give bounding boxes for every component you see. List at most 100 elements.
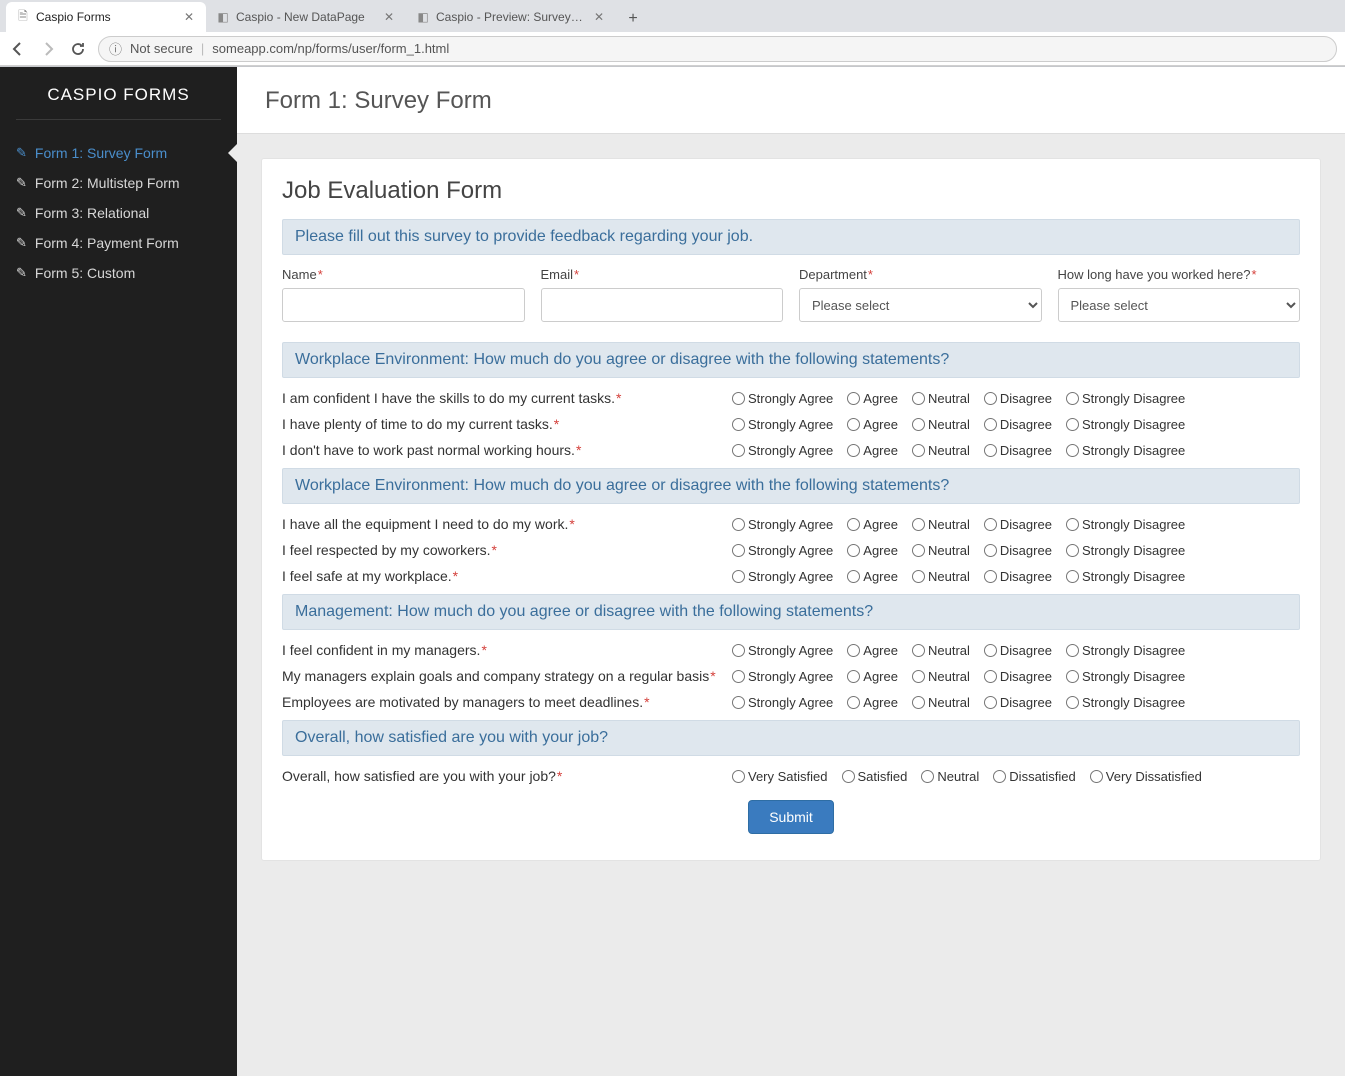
- radio-input[interactable]: [984, 644, 997, 657]
- radio-input[interactable]: [1066, 392, 1079, 405]
- option[interactable]: Strongly Agree: [732, 417, 833, 432]
- option[interactable]: Very Dissatisfied: [1090, 769, 1202, 784]
- option[interactable]: Disagree: [984, 695, 1052, 710]
- sidebar-item-0[interactable]: ✎ Form 1: Survey Form: [16, 138, 221, 168]
- radio-input[interactable]: [984, 696, 997, 709]
- option[interactable]: Strongly Disagree: [1066, 391, 1185, 406]
- close-icon[interactable]: ✕: [182, 10, 196, 24]
- option[interactable]: Neutral: [912, 543, 970, 558]
- new-tab-button[interactable]: +: [620, 6, 646, 32]
- tenure-select[interactable]: Please select: [1058, 288, 1301, 322]
- radio-input[interactable]: [1066, 696, 1079, 709]
- department-select[interactable]: Please select: [799, 288, 1042, 322]
- radio-input[interactable]: [847, 544, 860, 557]
- radio-input[interactable]: [847, 570, 860, 583]
- option[interactable]: Neutral: [912, 517, 970, 532]
- radio-input[interactable]: [984, 570, 997, 583]
- tab-2[interactable]: ◧ Caspio - New DataPage ✕: [206, 2, 406, 32]
- option[interactable]: Dissatisfied: [993, 769, 1075, 784]
- option[interactable]: Strongly Agree: [732, 643, 833, 658]
- radio-input[interactable]: [984, 670, 997, 683]
- radio-input[interactable]: [1066, 518, 1079, 531]
- radio-input[interactable]: [732, 518, 745, 531]
- option[interactable]: Agree: [847, 443, 898, 458]
- reload-button[interactable]: [68, 39, 88, 59]
- radio-input[interactable]: [912, 696, 925, 709]
- option[interactable]: Strongly Agree: [732, 669, 833, 684]
- radio-input[interactable]: [847, 392, 860, 405]
- option[interactable]: Disagree: [984, 669, 1052, 684]
- radio-input[interactable]: [912, 392, 925, 405]
- radio-input[interactable]: [732, 670, 745, 683]
- option[interactable]: Agree: [847, 669, 898, 684]
- option[interactable]: Disagree: [984, 517, 1052, 532]
- option[interactable]: Disagree: [984, 443, 1052, 458]
- radio-input[interactable]: [912, 418, 925, 431]
- option[interactable]: Neutral: [921, 769, 979, 784]
- email-input[interactable]: [541, 288, 784, 322]
- option[interactable]: Neutral: [912, 417, 970, 432]
- radio-input[interactable]: [847, 518, 860, 531]
- option[interactable]: Satisfied: [842, 769, 908, 784]
- option[interactable]: Strongly Disagree: [1066, 669, 1185, 684]
- option[interactable]: Strongly Agree: [732, 517, 833, 532]
- option[interactable]: Strongly Disagree: [1066, 569, 1185, 584]
- tab-3[interactable]: ◧ Caspio - Preview: Survey Form ✕: [406, 2, 616, 32]
- sidebar-item-3[interactable]: ✎ Form 4: Payment Form: [16, 228, 221, 258]
- option[interactable]: Disagree: [984, 543, 1052, 558]
- radio-input[interactable]: [912, 670, 925, 683]
- option[interactable]: Strongly Disagree: [1066, 643, 1185, 658]
- radio-input[interactable]: [847, 696, 860, 709]
- radio-input[interactable]: [993, 770, 1006, 783]
- radio-input[interactable]: [984, 392, 997, 405]
- radio-input[interactable]: [732, 392, 745, 405]
- option[interactable]: Strongly Disagree: [1066, 517, 1185, 532]
- radio-input[interactable]: [912, 544, 925, 557]
- option[interactable]: Agree: [847, 517, 898, 532]
- sidebar-item-2[interactable]: ✎ Form 3: Relational: [16, 198, 221, 228]
- radio-input[interactable]: [984, 444, 997, 457]
- option[interactable]: Very Satisfied: [732, 769, 828, 784]
- option[interactable]: Strongly Agree: [732, 695, 833, 710]
- option[interactable]: Agree: [847, 569, 898, 584]
- option[interactable]: Neutral: [912, 443, 970, 458]
- radio-input[interactable]: [847, 644, 860, 657]
- option[interactable]: Neutral: [912, 695, 970, 710]
- option[interactable]: Strongly Disagree: [1066, 443, 1185, 458]
- option[interactable]: Strongly Disagree: [1066, 695, 1185, 710]
- radio-input[interactable]: [842, 770, 855, 783]
- radio-input[interactable]: [1066, 644, 1079, 657]
- radio-input[interactable]: [732, 770, 745, 783]
- option[interactable]: Strongly Disagree: [1066, 543, 1185, 558]
- option[interactable]: Strongly Agree: [732, 443, 833, 458]
- option[interactable]: Agree: [847, 391, 898, 406]
- option[interactable]: Neutral: [912, 643, 970, 658]
- address-bar[interactable]: ⓘ Not secure | someapp.com/np/forms/user…: [98, 36, 1337, 62]
- forward-button[interactable]: [38, 39, 58, 59]
- radio-input[interactable]: [921, 770, 934, 783]
- option[interactable]: Agree: [847, 417, 898, 432]
- content-scroll[interactable]: Job Evaluation Form Please fill out this…: [237, 134, 1345, 885]
- tab-1[interactable]: 🗎 Caspio Forms ✕: [6, 2, 206, 32]
- radio-input[interactable]: [1066, 544, 1079, 557]
- option[interactable]: Neutral: [912, 391, 970, 406]
- option[interactable]: Disagree: [984, 417, 1052, 432]
- radio-input[interactable]: [984, 518, 997, 531]
- option[interactable]: Strongly Agree: [732, 543, 833, 558]
- radio-input[interactable]: [732, 544, 745, 557]
- option[interactable]: Neutral: [912, 569, 970, 584]
- radio-input[interactable]: [1066, 570, 1079, 583]
- sidebar-item-1[interactable]: ✎ Form 2: Multistep Form: [16, 168, 221, 198]
- option[interactable]: Strongly Agree: [732, 569, 833, 584]
- radio-input[interactable]: [984, 544, 997, 557]
- radio-input[interactable]: [912, 570, 925, 583]
- option[interactable]: Strongly Agree: [732, 391, 833, 406]
- radio-input[interactable]: [1066, 418, 1079, 431]
- radio-input[interactable]: [912, 518, 925, 531]
- close-icon[interactable]: ✕: [382, 10, 396, 24]
- option[interactable]: Agree: [847, 643, 898, 658]
- radio-input[interactable]: [732, 418, 745, 431]
- close-icon[interactable]: ✕: [592, 10, 606, 24]
- radio-input[interactable]: [1090, 770, 1103, 783]
- option[interactable]: Agree: [847, 543, 898, 558]
